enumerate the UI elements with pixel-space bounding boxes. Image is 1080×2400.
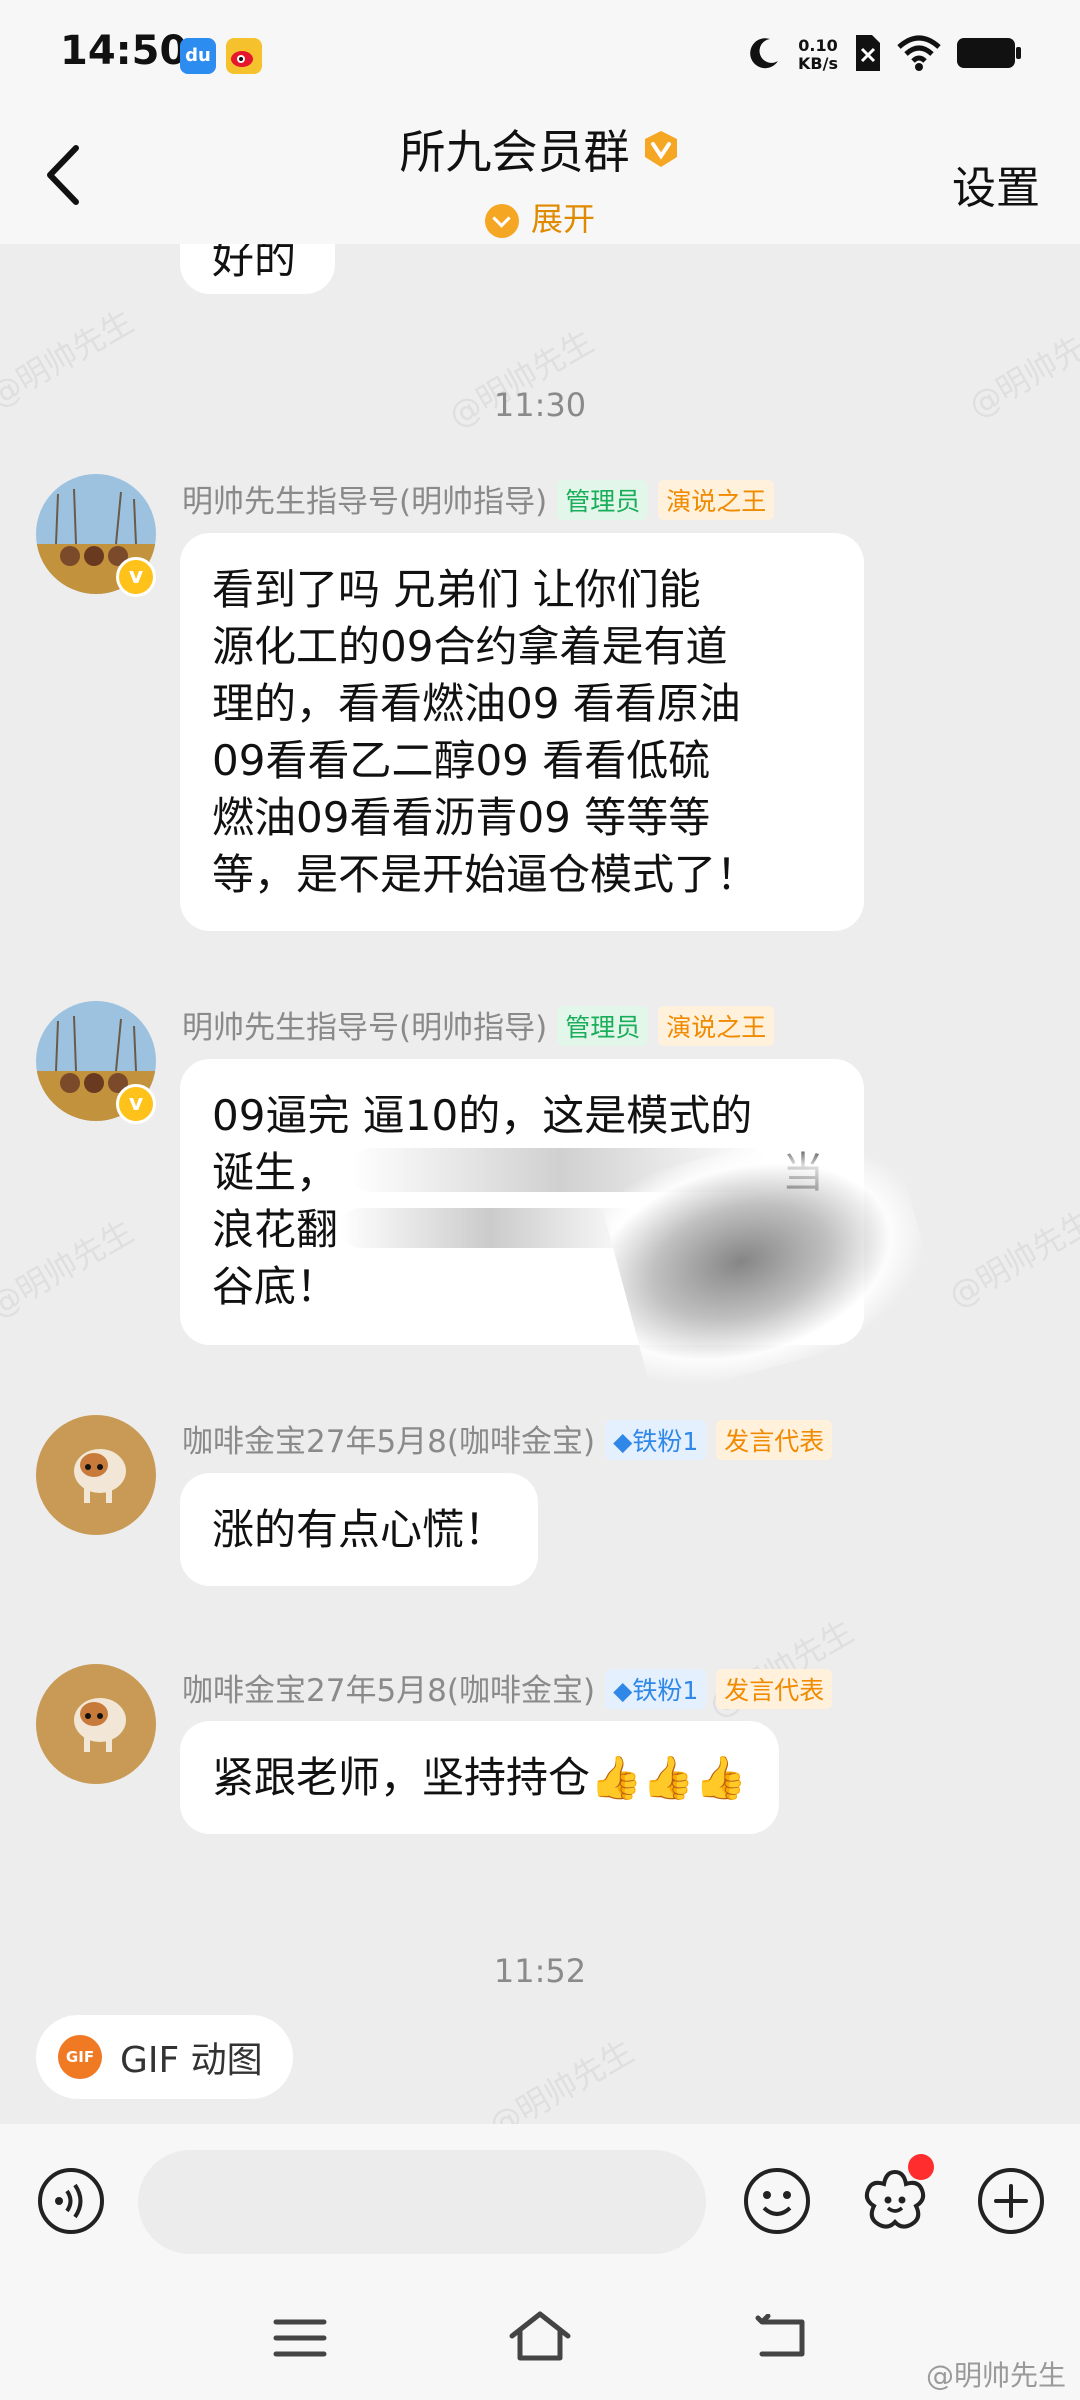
watermark: @明帅先生 [482,2032,640,2124]
verified-icon: v [116,557,156,597]
verified-badge-icon [641,129,681,169]
message-input[interactable] [138,2150,706,2254]
menu-nav-button[interactable] [272,2316,328,2364]
sender-name-row: 明帅先生指导号(明帅指导) 管理员 演说之王 [182,1002,775,1047]
net-speed: 0.10 KB/s [798,36,838,73]
gif-icon: GIF [58,2035,102,2079]
message-bubble[interactable]: 紧跟老师，坚持持仓👍👍👍 [180,1721,779,1834]
message-bubble[interactable]: 看到了吗 兄弟们 让你们能 源化工的09合约拿着是有道 理的，看看燃油09 看看… [180,533,864,931]
expand-label: 展开 [530,200,595,238]
system-nav-bar: @明帅先生 [0,2280,1080,2400]
diamond-icon: ◆ [613,1427,633,1456]
emoji-button[interactable] [742,2166,812,2236]
message-line: 等，是不是开始逼仓模式了！ [212,850,759,899]
menu-icon [273,2319,327,2357]
message-line: 看到了吗 兄弟们 让你们能 [212,565,701,614]
status-bar: 14:50 du 0.10 KB/s [0,0,1080,110]
message-line: 燃油09看看沥青09 等等等 [212,793,711,842]
wifi-icon [896,33,942,77]
notification-dot [908,2154,934,2180]
home-icon [509,2311,571,2361]
watermark: @明帅先生 [942,1202,1080,1316]
sender-name[interactable]: 咖啡金宝27年5月8(咖啡金宝) [182,1673,595,1709]
sim-off-icon [852,33,882,77]
plus-icon [978,2168,1044,2234]
admin-tag: 管理员 [557,1006,649,1046]
admin-tag: 管理员 [557,480,649,520]
gif-label: GIF 动图 [120,2040,263,2081]
home-nav-button[interactable] [508,2310,572,2366]
voice-button[interactable] [36,2166,106,2236]
sender-name-row: 咖啡金宝27年5月8(咖啡金宝) ◆铁粉1 发言代表 [182,1416,833,1461]
message-line: 09看看乙二醇09 看看低硫 [212,736,711,785]
moon-icon [744,33,784,77]
group-title: 所九会员群 [399,125,630,179]
return-icon [755,2313,805,2357]
status-time: 14:50 [60,28,188,74]
fan-tag: ◆铁粉1 [605,1420,707,1460]
message-text: 好的 [212,244,297,283]
timestamp: 11:52 [493,1952,587,1990]
sender-name[interactable]: 咖啡金宝27年5月8(咖啡金宝) [182,1424,595,1460]
input-bar [0,2124,1080,2280]
message-bubble[interactable]: 涨的有点心慌！ [180,1473,539,1586]
avatar[interactable] [36,1664,156,1784]
message-bubble[interactable]: 好的 [180,244,335,294]
message-line: 紧跟老师，坚持持仓👍👍👍 [212,1753,747,1802]
diamond-icon: ◆ [613,1676,633,1705]
settings-button[interactable]: 设置 [952,152,1040,216]
message-line: 09逼完 逼10的，这是模式的 [212,1091,753,1140]
message-line: 源化工的09合约拿着是有道 [212,622,728,671]
title-tag: 演说之王 [658,1006,775,1046]
sender-name-row: 明帅先生指导号(明帅指导) 管理员 演说之王 [182,476,775,521]
weibo-watermark: @明帅先生 [925,2359,1066,2392]
message-line: 理的，看看燃油09 看看原油 [212,679,741,728]
verified-icon: v [116,1084,156,1124]
watermark: @明帅先生 [0,1212,140,1326]
sender-name[interactable]: 明帅先生指导号(明帅指导) [182,1010,547,1046]
smiley-icon [744,2168,810,2234]
message-line: 诞生， [212,1148,339,1197]
chat-area[interactable]: @明帅先生 @明帅先生 @明帅先生 @明帅先生 @明帅先生 @明帅先生 @明帅先… [0,244,1080,2124]
battery-icon [956,35,1022,75]
gif-button[interactable]: GIF GIF 动图 [36,2015,293,2099]
redaction-blur [340,1208,640,1248]
weibo-notification-icon [226,38,262,74]
fan-tag: ◆铁粉1 [605,1669,707,1709]
title-tag: 发言代表 [716,1420,833,1460]
expand-button[interactable]: 展开 [0,194,1080,240]
sender-name-row: 咖啡金宝27年5月8(咖啡金宝) ◆铁粉1 发言代表 [182,1665,833,1710]
timestamp: 11:30 [493,386,587,424]
title-tag: 演说之王 [658,480,775,520]
avatar[interactable] [36,1415,156,1535]
chevron-down-icon [484,204,519,238]
plus-button[interactable] [976,2166,1046,2236]
app-notification-icon: du [180,38,216,74]
message-line: 涨的有点心慌！ [212,1505,507,1554]
voice-icon [38,2168,104,2234]
title-tag: 发言代表 [716,1669,833,1709]
sender-name[interactable]: 明帅先生指导号(明帅指导) [182,484,547,520]
back-nav-button[interactable] [754,2313,810,2366]
chat-header: 所九会员群 展开 设置 [0,110,1080,244]
